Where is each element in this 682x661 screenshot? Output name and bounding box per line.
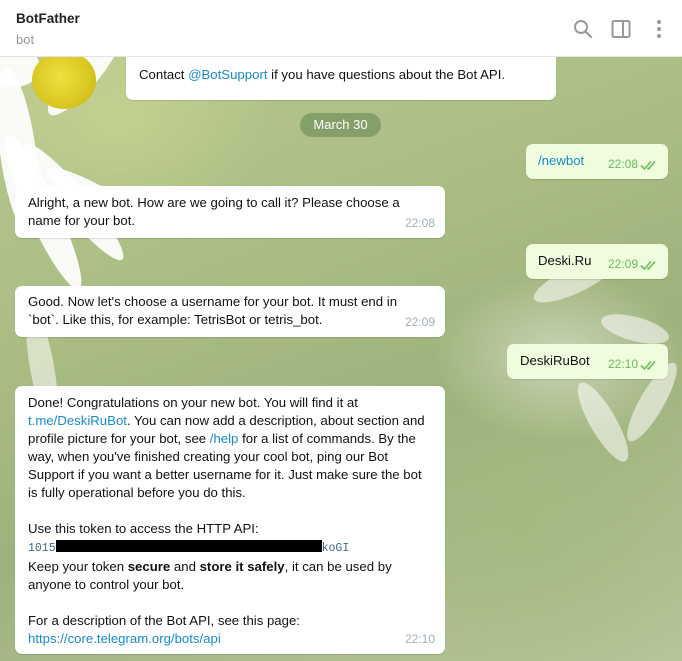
bold-text: secure xyxy=(127,559,171,574)
command-link[interactable]: /newbot xyxy=(538,152,584,170)
message-line: Alright, a new bot. How are we going to … xyxy=(28,195,400,210)
message-line: `bot`. Like this, for example: TetrisBot… xyxy=(28,312,323,327)
message-text: Keep your token xyxy=(28,559,128,574)
chat-subtitle: bot xyxy=(16,32,35,47)
double-check-icon xyxy=(640,160,656,171)
message-bubble-outgoing: DeskiRuBot 22:10 xyxy=(507,344,668,379)
message-line: way, when you've finished creating your … xyxy=(28,449,389,464)
botsupport-link[interactable]: @BotSupport xyxy=(188,67,267,82)
message-text: . You can now add a description, about s… xyxy=(126,413,425,428)
message-text: DeskiRuBot xyxy=(520,353,590,368)
message-line: is fully operational before you do this. xyxy=(28,485,246,500)
help-command-link[interactable]: /help xyxy=(210,431,239,446)
token-end: koGI xyxy=(321,542,350,555)
bot-link[interactable]: t.me/DeskiRuBot xyxy=(28,413,127,428)
message-line: Good. Now let's choose a username for yo… xyxy=(28,294,398,309)
double-check-icon xyxy=(640,360,656,371)
message-text: , it can be used by xyxy=(284,559,392,574)
message-line: For a description of the Bot API, see th… xyxy=(28,613,300,628)
message-text: profile picture for your bot, see xyxy=(28,431,210,446)
chat-title[interactable]: BotFather xyxy=(16,11,80,26)
chat-history[interactable]: Contact @BotSupport if you have question… xyxy=(0,57,682,661)
bold-text: store it safely xyxy=(199,559,285,574)
message-bubble-incoming: Alright, a new bot. How are we going to … xyxy=(15,186,445,238)
more-vertical-icon[interactable] xyxy=(647,17,671,41)
message-bubble-incoming-token: Done! Congratulations on your new bot. Y… xyxy=(15,386,445,654)
message-bubble-outgoing: Deski.Ru 22:09 xyxy=(526,244,668,279)
message-time: 22:10 xyxy=(607,357,638,371)
message-line: name for your bot. xyxy=(28,213,136,228)
message-line: anyone to control your bot. xyxy=(28,577,185,592)
message-text: for a list of commands. By the xyxy=(238,431,416,446)
api-token[interactable]: 1015 koGI xyxy=(28,538,425,558)
sidebar-toggle-icon[interactable] xyxy=(609,17,633,41)
message-bubble-incoming: Good. Now let's choose a username for yo… xyxy=(15,286,445,337)
token-redaction xyxy=(55,540,322,552)
message-text: and xyxy=(170,559,200,574)
message-bubble-botsupport: Contact @BotSupport if you have question… xyxy=(126,57,556,100)
message-time: 22:09 xyxy=(607,257,638,271)
message-time: 22:09 xyxy=(404,315,435,329)
search-icon[interactable] xyxy=(571,17,595,41)
bot-api-docs-link[interactable]: https://core.telegram.org/bots/api xyxy=(28,631,221,646)
message-text: Deski.Ru xyxy=(538,253,592,268)
chat-header: BotFather bot xyxy=(0,0,682,57)
message-text: if you have questions about the Bot API. xyxy=(267,67,506,82)
message-time: 22:10 xyxy=(404,632,435,646)
message-bubble-outgoing: /newbot 22:08 xyxy=(526,144,668,179)
message-time: 22:08 xyxy=(607,157,638,171)
message-line: Done! Congratulations on your new bot. Y… xyxy=(28,395,358,410)
double-check-icon xyxy=(640,260,656,271)
message-text: Contact xyxy=(139,67,189,82)
message-time: 22:08 xyxy=(404,216,435,230)
message-line: Support if you want a better username fo… xyxy=(28,467,422,482)
message-line: Use this token to access the HTTP API: xyxy=(28,521,259,536)
token-start: 1015 xyxy=(28,542,56,555)
date-separator: March 30 xyxy=(300,113,381,137)
